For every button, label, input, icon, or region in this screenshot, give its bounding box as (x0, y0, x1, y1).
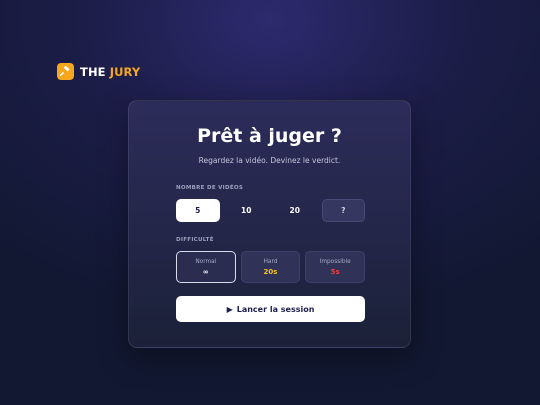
brand-name: THE JURY (80, 65, 140, 79)
video-count-option-20[interactable]: 20 (273, 199, 317, 222)
page-subtitle: Regardez la vidéo. Devinez le verdict. (198, 156, 341, 165)
page-title: Prêt à juger ? (197, 125, 342, 147)
start-session-label: Lancer la session (236, 304, 315, 314)
brand-word-the: THE (80, 64, 106, 79)
start-session-button[interactable]: ▶ Lancer la session (176, 296, 365, 322)
video-count-label: NOMBRE DE VIDÉOS (176, 185, 244, 191)
difficulty-option-hard[interactable]: Hard 20s (240, 251, 301, 283)
difficulty-time: 20s (263, 267, 278, 276)
difficulty-option-impossible[interactable]: Impossible 5s (305, 251, 366, 283)
difficulty-name: Normal (195, 258, 217, 265)
brand-logo: THE JURY (57, 63, 140, 80)
difficulty-time: ∞ (202, 267, 209, 276)
play-icon: ▶ (226, 304, 233, 314)
difficulty-options: Normal ∞ Hard 20s Impossible 5s (176, 251, 366, 283)
difficulty-label: DIFFICULTÉ (176, 237, 214, 243)
difficulty-time: 5s (330, 267, 340, 276)
brand-word-jury: JURY (109, 64, 141, 79)
video-count-option-random[interactable]: ? (321, 199, 366, 222)
video-count-option-5[interactable]: 5 (176, 199, 220, 222)
video-count-options: 5 10 20 ? (176, 199, 366, 222)
gavel-icon (57, 63, 74, 80)
difficulty-option-normal[interactable]: Normal ∞ (176, 251, 236, 283)
difficulty-name: Hard (263, 258, 278, 265)
video-count-option-10[interactable]: 10 (225, 199, 269, 222)
difficulty-name: Impossible (319, 258, 351, 265)
session-card: Prêt à juger ? Regardez la vidéo. Devine… (128, 100, 411, 348)
